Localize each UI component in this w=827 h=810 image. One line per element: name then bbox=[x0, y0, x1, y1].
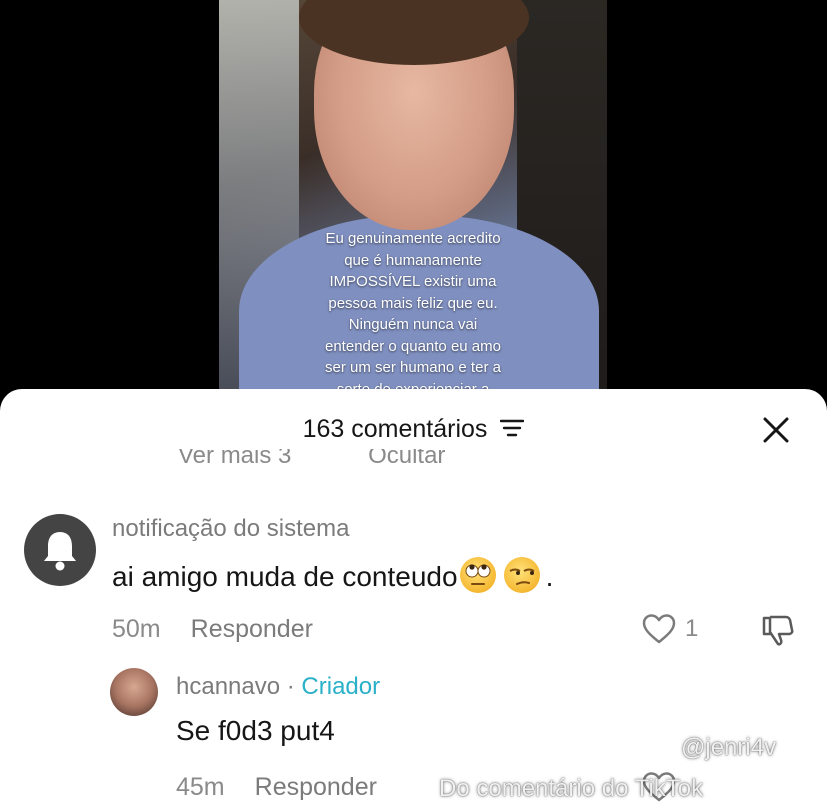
caption-line: Eu genuinamente acredito bbox=[325, 230, 501, 247]
comment-suffix: . bbox=[545, 561, 554, 592]
bell-icon bbox=[44, 532, 76, 571]
comment-text: ai amigo muda de conteudo . bbox=[112, 557, 553, 593]
rolling-eyes-emoji-icon bbox=[459, 557, 496, 593]
caption-line: Ninguém nunca vai bbox=[348, 316, 478, 333]
comments-count-title: 163 comentários bbox=[302, 415, 488, 443]
caption-line: IMPOSSÍVEL existir uma bbox=[329, 273, 497, 290]
watermark-handle: @jenri4v bbox=[681, 734, 777, 761]
system-notification-avatar[interactable] bbox=[24, 514, 96, 586]
caption-line: ser um ser humano e ter a bbox=[325, 359, 501, 376]
close-icon bbox=[763, 417, 789, 443]
comment-username[interactable]: notificação do sistema bbox=[112, 515, 349, 543]
caption-line: pessoa mais feliz que eu. bbox=[328, 294, 498, 312]
video-player[interactable]: Eu genuinamente acredito que é humanamen… bbox=[219, 0, 607, 400]
caption-line: entender o quanto eu amo bbox=[325, 337, 501, 355]
reply-button[interactable]: Responder bbox=[255, 773, 377, 801]
view-more-replies-link[interactable]: Ver mais 3 bbox=[178, 449, 291, 467]
comment-meta: 50m Responder bbox=[112, 615, 313, 644]
reply-meta: 45m Responder bbox=[176, 773, 377, 802]
username-separator: · bbox=[280, 673, 302, 700]
filter-icon[interactable] bbox=[500, 416, 525, 445]
watermark-footer: Do comentário do TikTok bbox=[439, 775, 704, 802]
like-count: 1 bbox=[685, 615, 699, 642]
creator-avatar[interactable] bbox=[110, 668, 158, 716]
thumbs-down-icon bbox=[762, 615, 794, 646]
reply-username[interactable]: hcannavo bbox=[176, 673, 280, 700]
hide-replies-link[interactable]: Ocultar bbox=[368, 449, 445, 467]
comments-header: 163 comentários bbox=[0, 415, 827, 445]
like-button[interactable]: 1 bbox=[641, 613, 698, 645]
reply-time: 45m bbox=[176, 773, 225, 801]
video-caption: Eu genuinamente acredito que é humanamen… bbox=[219, 228, 607, 400]
heart-icon bbox=[642, 614, 676, 644]
unamused-emoji-icon bbox=[503, 557, 540, 593]
comments-sheet: 163 comentários Ver mais 3 Ocultar notif… bbox=[0, 389, 827, 810]
dislike-button[interactable] bbox=[760, 612, 796, 653]
reply-button[interactable]: Responder bbox=[191, 615, 313, 643]
comment-time: 50m bbox=[112, 615, 161, 643]
replies-toggle-row: Ver mais 3 Ocultar bbox=[178, 449, 515, 467]
caption-line: que é humanamente bbox=[344, 251, 482, 269]
reply-username-row: hcannavo · Criador bbox=[176, 673, 380, 701]
close-button[interactable] bbox=[761, 415, 791, 445]
creator-badge: Criador bbox=[301, 673, 381, 700]
comment-body: ai amigo muda de conteudo bbox=[112, 561, 458, 592]
reply-text: Se f0d3 put4 bbox=[176, 715, 335, 746]
